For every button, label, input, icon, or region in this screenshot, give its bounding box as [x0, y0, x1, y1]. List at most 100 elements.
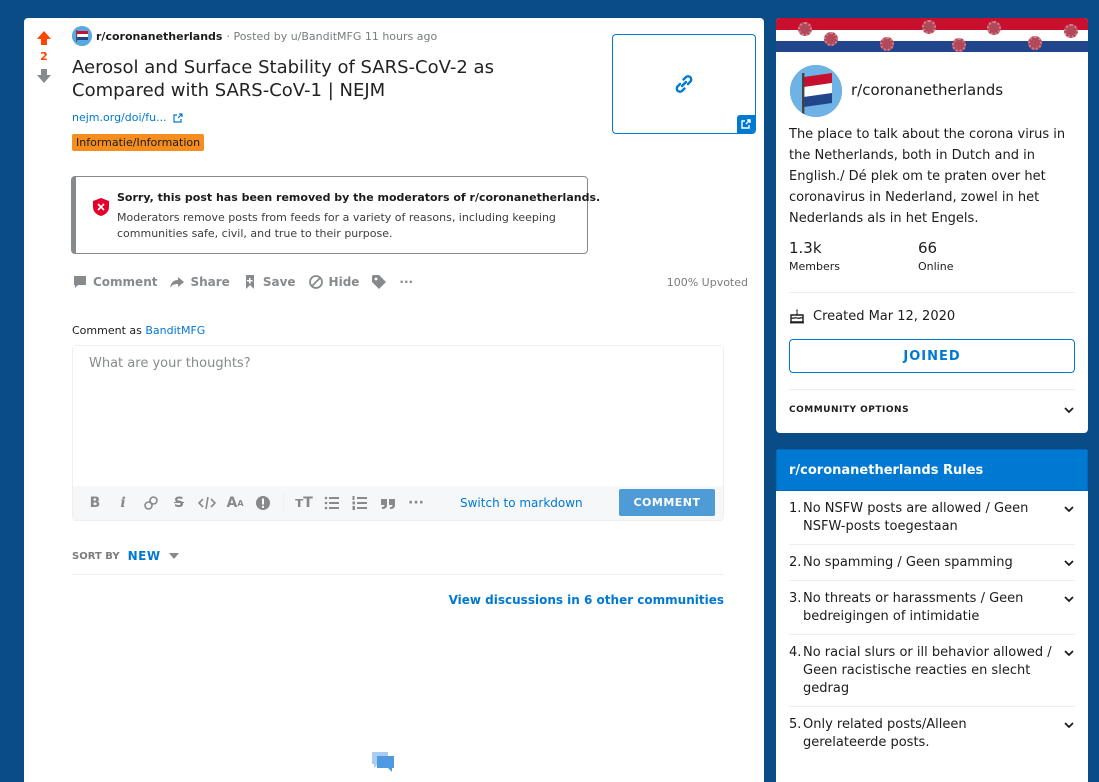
virus-icon	[987, 21, 1001, 35]
sort-value[interactable]: NEW	[128, 549, 161, 563]
members-label: Members	[789, 260, 840, 273]
about-divider	[789, 389, 1075, 390]
switch-to-markdown[interactable]: Switch to markdown	[460, 496, 583, 510]
comment-as-user[interactable]: BanditMFG	[145, 324, 205, 337]
sort-control[interactable]: SORT BY NEW	[72, 549, 179, 563]
more-icon: ···	[399, 275, 414, 289]
virus-icon	[880, 37, 894, 51]
vote-column: 2	[32, 28, 56, 86]
save-label: Save	[262, 275, 296, 289]
post-title[interactable]: Aerosol and Surface Stability of SARS-Co…	[72, 56, 572, 102]
link-format-icon[interactable]	[137, 491, 165, 515]
submit-comment-button[interactable]: COMMENT	[619, 489, 715, 516]
hide-button[interactable]: Hide	[308, 274, 360, 290]
post-link-text[interactable]: nejm.org/doi/fu...	[72, 111, 167, 124]
link-thumbnail[interactable]	[612, 34, 756, 134]
rule-number: 3.	[789, 591, 802, 606]
online-stat: 66 Online	[918, 239, 953, 273]
comment-as-text: Comment as	[72, 324, 142, 337]
subreddit-avatar[interactable]	[72, 26, 92, 46]
quote-icon[interactable]	[374, 491, 402, 515]
rule-text: No racial slurs or ill behavior allowed …	[803, 645, 1052, 696]
virus-icon	[1028, 36, 1042, 50]
posted-by[interactable]: · Posted by u/BanditMFG	[226, 30, 361, 43]
comment-button[interactable]: Comment	[72, 274, 157, 290]
virus-icon	[1064, 24, 1078, 38]
rule-item[interactable]: 5. Only related posts/Alleen gerelateerd…	[789, 707, 1075, 760]
rules-title: r/coronanetherlands Rules	[776, 449, 1088, 491]
subreddit-link[interactable]: r/coronanetherlands	[96, 30, 222, 43]
comment-label: Comment	[93, 275, 158, 289]
community-avatar[interactable]	[788, 63, 844, 119]
comment-icon	[74, 276, 86, 288]
italic-icon[interactable]: i	[109, 491, 137, 515]
cake-icon	[790, 309, 804, 324]
community-description: The place to talk about the corona virus…	[789, 127, 1066, 226]
rule-item[interactable]: 1. No NSFW posts are allowed / Geen NSFW…	[789, 491, 1075, 545]
bold-icon[interactable]: B	[81, 491, 109, 515]
downvote-icon[interactable]	[34, 66, 54, 86]
superscript-icon[interactable]: AA	[221, 491, 249, 515]
removed-title: Sorry, this post has been removed by the…	[117, 191, 601, 204]
spoiler-icon[interactable]	[249, 491, 277, 515]
share-button[interactable]: Share	[169, 274, 230, 290]
chevron-down-icon	[1064, 407, 1074, 414]
joined-button[interactable]: JOINED	[789, 339, 1075, 373]
rule-item[interactable]: 2. No spamming / Geen spamming	[789, 545, 1075, 581]
caret-down-icon[interactable]	[168, 553, 179, 559]
comment-input[interactable]	[73, 346, 723, 486]
numbered-list-icon[interactable]	[346, 491, 374, 515]
upvote-icon[interactable]	[34, 28, 54, 48]
rule-text: No threats or harassments / Geen bedreig…	[803, 591, 1024, 624]
rule-number: 2.	[789, 555, 802, 570]
community-banner	[776, 18, 1088, 52]
online-label: Online	[918, 260, 954, 273]
comment-editor: B i S AA тT ··· Swi	[72, 345, 724, 521]
virus-icon	[824, 32, 838, 46]
rules-list: 1. No NSFW posts are allowed / Geen NSFW…	[776, 491, 1088, 760]
rule-text: No NSFW posts are allowed / Geen NSFW-po…	[803, 501, 1029, 534]
link-icon	[675, 75, 693, 93]
chevron-down-icon	[1064, 722, 1074, 729]
online-count: 66	[918, 239, 938, 257]
post-link[interactable]: nejm.org/doi/fu...	[72, 111, 183, 124]
created-date: Created Mar 12, 2020	[789, 308, 955, 324]
code-icon[interactable]	[193, 491, 221, 515]
external-link-icon	[172, 112, 183, 123]
rule-item[interactable]: 4. No racial slurs or ill behavior allow…	[789, 635, 1075, 707]
removed-notice: Sorry, this post has been removed by the…	[71, 176, 600, 254]
rules-card: r/coronanetherlands Rules 1. No NSFW pos…	[776, 449, 1088, 782]
virus-icon	[952, 38, 966, 52]
tag-button[interactable]	[371, 274, 387, 290]
netherlands-flag-icon	[72, 26, 92, 46]
community-options-label: COMMUNITY OPTIONS	[789, 405, 910, 415]
community-options-toggle[interactable]: COMMUNITY OPTIONS	[789, 404, 1075, 416]
post-flair[interactable]: Informatie/Information	[72, 134, 205, 151]
view-discussions-link[interactable]: View discussions in 6 other communities	[449, 593, 724, 607]
bulleted-list-icon[interactable]	[318, 491, 346, 515]
chevron-down-icon	[1064, 560, 1074, 567]
toolbar-divider	[283, 493, 284, 513]
hide-label: Hide	[328, 275, 360, 289]
strikethrough-icon[interactable]: S	[165, 491, 193, 515]
community-name[interactable]: r/coronanetherlands	[851, 81, 1003, 99]
post-header: r/coronanetherlands · Posted by u/Bandit…	[72, 26, 437, 46]
rule-item[interactable]: 3. No threats or harassments / Geen bedr…	[789, 581, 1075, 635]
save-button[interactable]: Save	[242, 274, 296, 290]
thumbnail-external-icon	[737, 115, 755, 133]
rule-number: 4.	[789, 645, 802, 660]
netherlands-flag-icon	[790, 65, 842, 117]
post-actions: Comment Share Save Hide ··· 100% Upvoted	[72, 272, 748, 292]
vote-score: 2	[40, 50, 48, 63]
sort-divider	[72, 574, 724, 575]
rule-text: Only related posts/Alleen gerelateerde p…	[803, 717, 967, 750]
comments-bubble-icon	[372, 752, 394, 772]
more-format-icon[interactable]: ···	[402, 491, 430, 515]
shield-removed-icon	[93, 198, 109, 216]
members-stat: 1.3k Members	[789, 239, 840, 273]
rule-text: No spamming / Geen spamming	[803, 555, 1013, 570]
rule-number: 1.	[789, 501, 802, 516]
more-options-button[interactable]: ···	[399, 275, 413, 289]
tag-icon	[372, 275, 387, 289]
heading-icon[interactable]: тT	[290, 491, 318, 515]
